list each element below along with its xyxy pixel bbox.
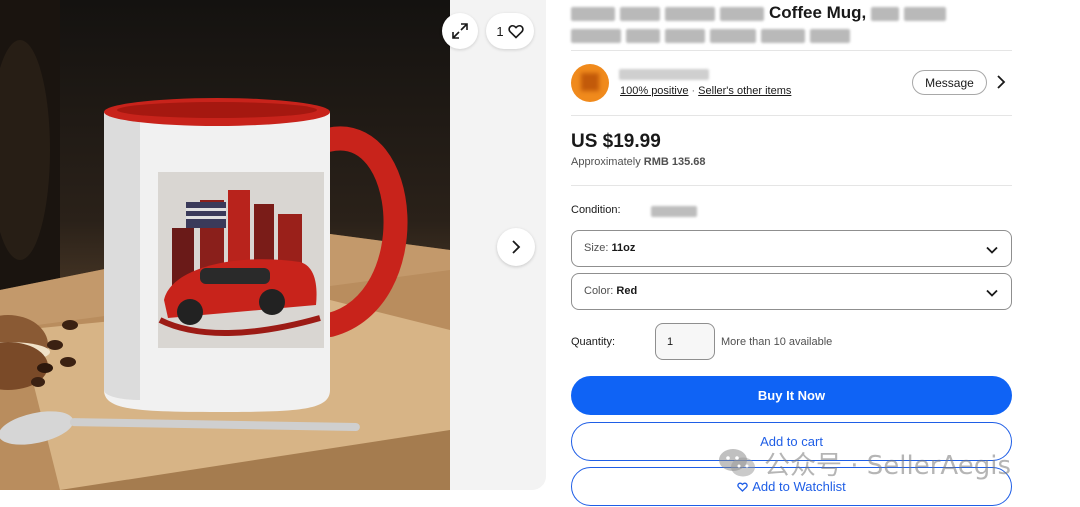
color-value: Red [616,285,638,297]
color-label: Color: [584,285,614,297]
price: US $19.99 [571,131,661,152]
watch-count: 1 [496,23,504,39]
heart-outline-icon [737,482,749,492]
redacted-text [720,6,764,21]
divider [571,115,1012,116]
redacted-text [710,28,756,43]
approximate-price: Approximately RMB 135.68 [571,156,706,168]
seller-name[interactable] [619,66,709,84]
buy-it-now-button[interactable]: Buy It Now [571,376,1012,415]
add-to-cart-button[interactable]: Add to cart [571,422,1012,461]
seller-other-items-link[interactable]: Seller's other items [698,85,791,97]
image-gallery: 1 [0,0,546,490]
redacted-text [665,28,705,43]
redacted-text [871,6,900,21]
condition-value [651,203,697,221]
chevron-down-icon [986,289,998,297]
redacted-text [761,28,805,43]
expand-image-button[interactable] [442,13,478,49]
redacted-text [619,69,709,81]
approx-value: RMB 135.68 [643,156,706,168]
message-seller-button[interactable]: Message [912,70,987,95]
size-value: 11oz [611,242,636,254]
size-label: Size: [584,242,609,254]
chevron-down-icon [986,246,998,254]
product-page: 1 Coffee Mug, 100% positive · Seller's oth… [0,0,1080,507]
buy-it-now-label: Buy It Now [757,388,826,403]
quantity-label: Quantity: [571,336,616,348]
redacted-text [810,28,850,43]
mug-photo-illustration [0,0,450,490]
add-to-watchlist-label: Add to Watchlist [752,479,846,494]
expand-arrows-icon [452,23,468,39]
chevron-right-icon[interactable] [994,75,1008,89]
redacted-text [904,6,947,21]
redacted-text [620,6,660,21]
chevron-right-icon [512,240,521,254]
quantity-input[interactable] [655,323,715,360]
watch-heart-button[interactable]: 1 [486,13,534,49]
size-select-text: Size: 11oz [584,242,635,254]
redacted-text [571,6,615,21]
divider [571,50,1012,51]
size-select[interactable]: Size: 11oz [571,230,1012,267]
seller-feedback-link[interactable]: 100% positive [620,85,689,97]
add-to-cart-label: Add to cart [760,434,823,449]
add-to-watchlist-button[interactable]: Add to Watchlist [571,467,1012,506]
color-select[interactable]: Color: Red [571,273,1012,310]
product-photo[interactable] [0,0,450,490]
redacted-text [626,28,660,43]
redacted-text [651,206,697,218]
approx-prefix: Approximately [571,156,641,168]
quantity-availability: More than 10 available [721,336,833,348]
divider [571,185,1012,186]
separator: · [691,85,696,97]
redacted-text [665,6,715,21]
seller-links: 100% positive · Seller's other items [620,85,791,97]
listing-title: Coffee Mug, [571,2,1012,46]
seller-avatar[interactable] [571,64,609,102]
next-image-button[interactable] [497,228,535,266]
condition-label: Condition: [571,204,621,216]
color-select-text: Color: Red [584,285,637,297]
redacted-text [571,28,621,43]
listing-title-visible: Coffee Mug, [769,3,867,22]
heart-outline-icon [507,24,524,39]
